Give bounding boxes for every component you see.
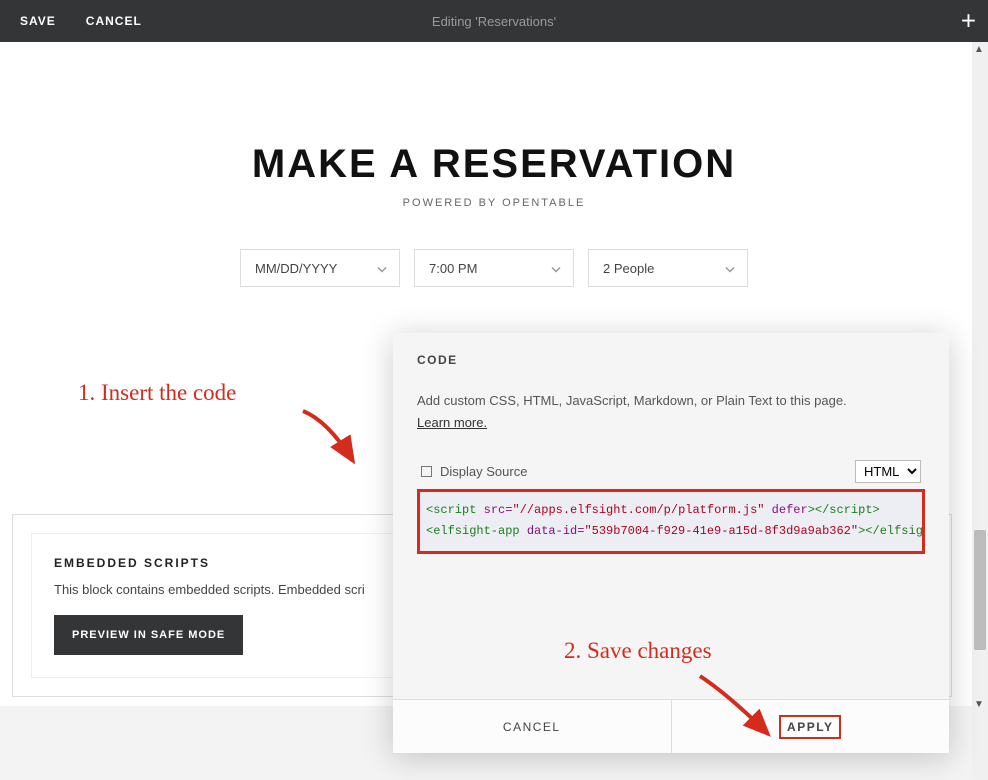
code-line-1: <script src="//apps.elfsight.com/p/platf… bbox=[426, 500, 916, 522]
arrow-icon bbox=[298, 406, 368, 476]
display-source-label: Display Source bbox=[440, 464, 527, 479]
scroll-down-icon[interactable]: ▼ bbox=[974, 699, 984, 710]
modal-cancel-button[interactable]: CANCEL bbox=[393, 700, 671, 753]
learn-more-link[interactable]: Learn more. bbox=[417, 415, 487, 430]
code-modal: CODE Add custom CSS, HTML, JavaScript, M… bbox=[393, 333, 949, 753]
reservation-controls: MM/DD/YYYY 7:00 PM 2 People bbox=[20, 249, 968, 287]
editor-topbar: SAVE CANCEL Editing 'Reservations' + bbox=[0, 0, 988, 42]
time-select[interactable]: 7:00 PM bbox=[414, 249, 574, 287]
vertical-scrollbar[interactable]: ▲ ▼ bbox=[972, 42, 988, 780]
chevron-down-icon bbox=[377, 261, 387, 276]
cancel-button[interactable]: CANCEL bbox=[86, 14, 142, 28]
annotation-step-2: 2. Save changes bbox=[564, 638, 712, 664]
time-value: 7:00 PM bbox=[429, 261, 477, 276]
annotation-step-1: 1. Insert the code bbox=[78, 380, 236, 406]
scroll-up-icon[interactable]: ▲ bbox=[974, 44, 984, 55]
code-editor[interactable]: <script src="//apps.elfsight.com/p/platf… bbox=[417, 489, 925, 554]
preview-safe-mode-button[interactable]: PREVIEW IN SAFE MODE bbox=[54, 615, 243, 655]
powered-by-label: POWERED BY OPENTABLE bbox=[20, 197, 968, 209]
apply-highlight: APPLY bbox=[779, 715, 841, 739]
date-placeholder: MM/DD/YYYY bbox=[255, 261, 337, 276]
add-block-button[interactable]: + bbox=[961, 6, 976, 37]
code-modal-title: CODE bbox=[393, 333, 949, 381]
date-select[interactable]: MM/DD/YYYY bbox=[240, 249, 400, 287]
reservation-heading: MAKE A RESERVATION bbox=[20, 142, 968, 187]
chevron-down-icon bbox=[725, 261, 735, 276]
display-source-checkbox[interactable] bbox=[421, 466, 432, 477]
code-line-2: <elfsight-app data-id="539b7004-f929-41e… bbox=[426, 521, 916, 543]
save-button[interactable]: SAVE bbox=[20, 14, 56, 28]
people-select[interactable]: 2 People bbox=[588, 249, 748, 287]
people-value: 2 People bbox=[603, 261, 654, 276]
code-type-select[interactable]: HTML bbox=[855, 460, 921, 483]
chevron-down-icon bbox=[551, 261, 561, 276]
arrow-icon bbox=[690, 666, 780, 756]
code-modal-hint: Add custom CSS, HTML, JavaScript, Markdo… bbox=[417, 391, 925, 411]
scrollbar-thumb[interactable] bbox=[974, 530, 986, 650]
editing-title: Editing 'Reservations' bbox=[432, 14, 556, 29]
